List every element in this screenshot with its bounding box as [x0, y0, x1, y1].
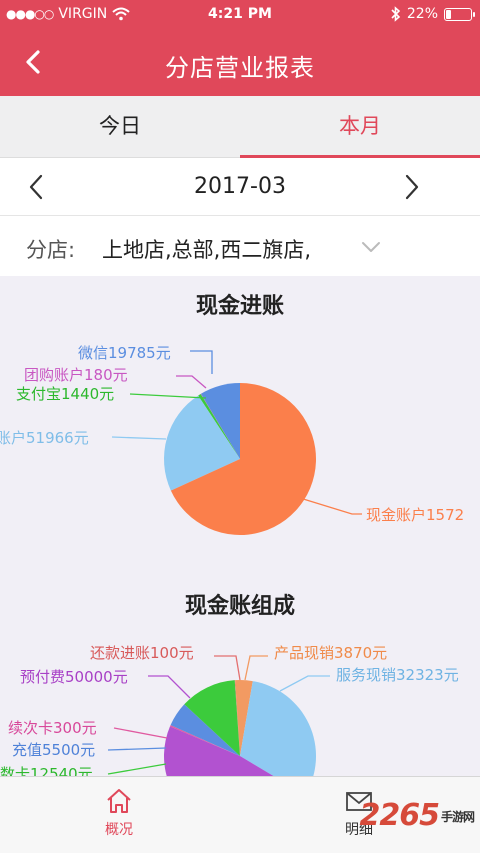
- leader-prepaid: [148, 675, 191, 699]
- tabbar-label-overview: 概况: [105, 822, 133, 838]
- bluetooth-icon: [391, 6, 401, 22]
- period-tabs: 今日 本月: [0, 96, 480, 158]
- leader-wechat: [190, 350, 213, 374]
- label-product-sales: 产品现销3870元: [274, 644, 387, 662]
- watermark-sub: 手游网: [440, 810, 475, 824]
- tabbar-item-overview[interactable]: 概况: [74, 787, 164, 839]
- label-account: 账户51966元: [0, 429, 89, 447]
- leader-service-sales: [279, 675, 330, 692]
- label-prepaid: 预付费50000元: [20, 668, 128, 686]
- status-bar: ●●●○○ VIRGIN 4:21 PM 22%: [0, 0, 480, 30]
- chevron-down-icon[interactable]: [360, 240, 382, 254]
- leader-recharge: [107, 747, 167, 751]
- page-title: 分店营业报表: [165, 54, 315, 82]
- label-service-sales: 服务现销32323元: [336, 666, 459, 684]
- nav-bar: 分店营业报表: [0, 30, 480, 96]
- label-count-card: 数卡12540元: [0, 765, 93, 776]
- store-filter[interactable]: 分店: 上地店,总部,西二旗店,: [0, 216, 480, 276]
- tab-today[interactable]: 今日: [0, 96, 240, 157]
- leader-renew-card: [113, 727, 168, 739]
- pie-charts: 微信19785元 团购账户180元 支付宝1440元 账户51966元 现金账户…: [0, 344, 464, 776]
- battery-percent: 22%: [406, 6, 438, 22]
- pie-cash-in: [164, 383, 317, 535]
- status-right: 22%: [391, 6, 475, 22]
- label-recharge: 充值5500元: [12, 741, 95, 759]
- watermark-text: 2265: [359, 798, 439, 833]
- label-repayment: 还款进账100元: [90, 644, 194, 662]
- leader-group-buy: [176, 375, 207, 389]
- label-cash-account: 现金账户1572: [366, 506, 464, 524]
- home-icon: [107, 789, 131, 813]
- label-renew-card: 续次卡300元: [8, 719, 97, 737]
- store-label: 分店:: [26, 238, 76, 262]
- leader-account: [111, 436, 167, 440]
- label-alipay: 支付宝1440元: [16, 385, 114, 403]
- pie-slice-3: [240, 681, 316, 776]
- label-wechat: 微信19785元: [78, 344, 171, 362]
- leader-count-card: [107, 763, 167, 775]
- leader-product-sales: [244, 655, 268, 681]
- chart-area: 现金进账 现金账组成 微信19785元 团购账户180元 支付宝1440元 账户…: [0, 276, 480, 776]
- battery-level: [446, 9, 451, 19]
- watermark-logo: 2265 手游网: [359, 798, 475, 833]
- chevron-right-icon[interactable]: [400, 172, 424, 202]
- leader-repayment: [214, 655, 241, 681]
- store-value: 上地店,总部,西二旗店,: [102, 238, 312, 262]
- leader-cash-account: [299, 497, 362, 515]
- tab-this-month[interactable]: 本月: [240, 96, 480, 158]
- leader-alipay: [129, 393, 207, 399]
- battery-icon: [444, 7, 475, 21]
- month-selector: 2017-03: [0, 158, 480, 216]
- label-group-buy: 团购账户180元: [24, 366, 128, 384]
